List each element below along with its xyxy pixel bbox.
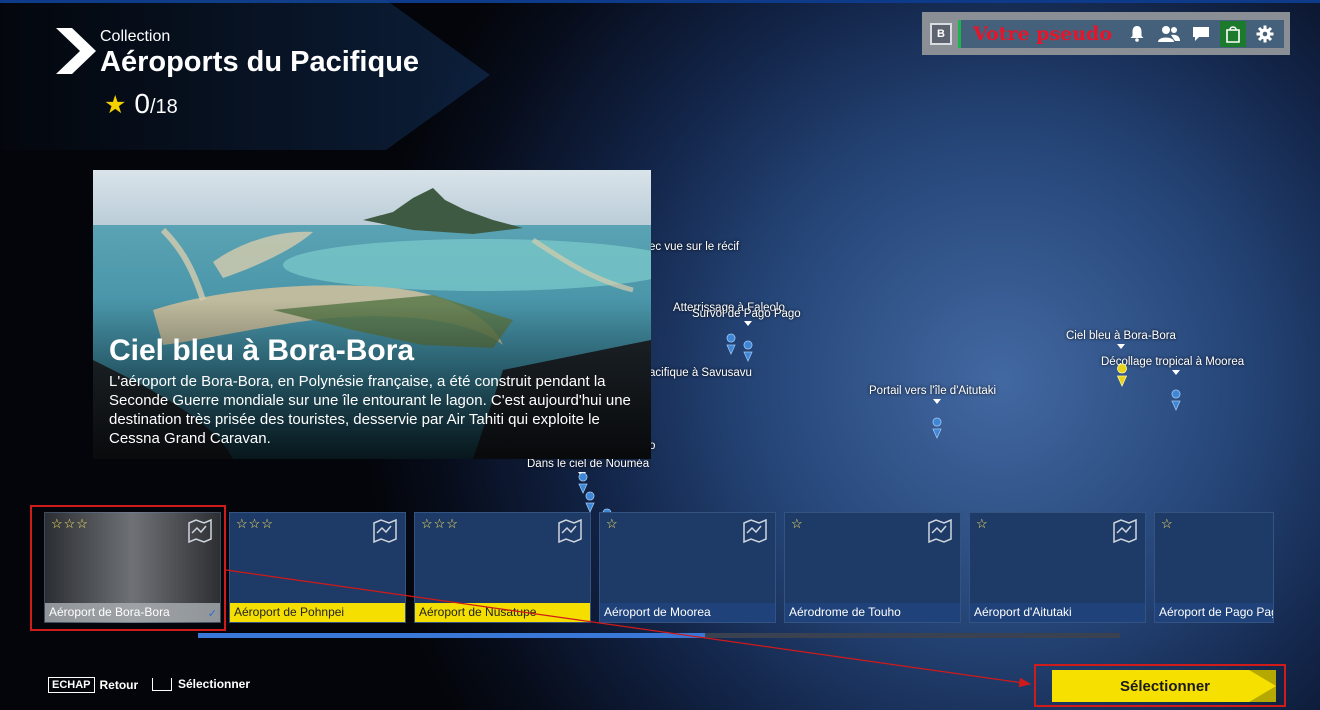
map-marker-icon	[933, 399, 941, 404]
tile-stars: ☆☆☆	[236, 516, 274, 531]
map-label[interactable]: acifique à Savusavu	[649, 367, 752, 379]
tile-name: Aéroport d'Aitutaki	[970, 603, 1145, 622]
map-icon	[373, 518, 397, 544]
score-value: 0	[134, 88, 150, 119]
map-label[interactable]: Ciel bleu à Bora-Bora	[1066, 330, 1176, 342]
tile-stars: ☆	[976, 516, 989, 531]
bell-icon[interactable]	[1124, 21, 1150, 47]
chat-icon[interactable]	[1188, 21, 1214, 47]
airport-tile[interactable]: ☆☆☆ Aéroport de Nusatupe	[414, 512, 591, 623]
profile-badge[interactable]: B	[930, 22, 952, 45]
collection-score: ★ 0 /18	[104, 88, 178, 120]
tile-name: Aéroport de Pohnpei	[230, 603, 405, 622]
map-marker-icon	[1172, 370, 1180, 375]
map-icon	[928, 518, 952, 544]
gear-icon[interactable]	[1252, 21, 1278, 47]
tile-stars: ☆☆☆	[421, 516, 459, 531]
select-hint[interactable]: Sélectionner	[152, 677, 250, 691]
preview-title: Ciel bleu à Bora-Bora	[109, 334, 415, 367]
back-label: Retour	[99, 678, 139, 692]
star-icon: ★	[104, 91, 127, 119]
tile-stars: ☆	[606, 516, 619, 531]
select-button-highlight	[1034, 664, 1286, 707]
username[interactable]: Votre pseudo	[961, 19, 1121, 48]
airport-tile[interactable]: ☆ Aérodrome de Touho	[784, 512, 961, 623]
airport-tile[interactable]: ☆ Aéroport d'Aitutaki	[969, 512, 1146, 623]
map-marker-icon	[744, 321, 752, 326]
tile-name: Aéroport de Pago Pago	[1155, 603, 1273, 622]
map-icon	[558, 518, 582, 544]
select-hint-label: Sélectionner	[178, 677, 251, 691]
friends-icon[interactable]	[1156, 21, 1182, 47]
preview-card: Ciel bleu à Bora-Bora L'aéroport de Bora…	[93, 170, 651, 459]
map-marker-icon	[1117, 344, 1125, 349]
tile-name: Aérodrome de Touho	[785, 603, 960, 622]
airport-tile[interactable]: ☆ Aéroport de Pago Pago	[1154, 512, 1274, 623]
airport-tile[interactable]: ☆ Aéroport de Moorea	[599, 512, 776, 623]
back-hint[interactable]: ECHAP Retour	[48, 677, 138, 693]
escape-key: ECHAP	[48, 677, 95, 693]
map-label[interactable]: Décollage tropical à Moorea	[1101, 356, 1244, 368]
map-label[interactable]: Survol de Pago Pago	[692, 308, 801, 320]
back-chevron-icon[interactable]	[56, 28, 96, 74]
page-title: Aéroports du Pacifique	[100, 46, 420, 78]
topbar-icons	[1121, 19, 1284, 48]
map-marker-icon	[578, 472, 586, 477]
scrollbar-thumb[interactable]	[198, 633, 706, 638]
map-icon	[1113, 518, 1137, 544]
tile-name: Aéroport de Nusatupe	[415, 603, 590, 622]
score-total: /18	[150, 96, 178, 118]
selection-highlight	[30, 505, 226, 631]
map-label[interactable]: Dans le ciel de Nouméa	[527, 458, 649, 470]
store-icon[interactable]	[1220, 20, 1246, 47]
carousel-scrollbar[interactable]	[198, 633, 1120, 638]
tile-name: Aéroport de Moorea	[600, 603, 775, 622]
top-bar: B Votre pseudo	[922, 12, 1290, 55]
collection-label: Collection	[100, 28, 171, 45]
tile-stars: ☆	[1161, 516, 1174, 531]
airport-tile[interactable]: ☆☆☆ Aéroport de Pohnpei	[229, 512, 406, 623]
preview-description: L'aéroport de Bora-Bora, en Polynésie fr…	[109, 373, 631, 447]
map-label[interactable]: ec vue sur le récif	[649, 241, 739, 253]
map-icon	[743, 518, 767, 544]
map-label[interactable]: Portail vers l'île d'Aitutaki	[869, 385, 996, 397]
tile-stars: ☆	[791, 516, 804, 531]
spacebar-icon	[152, 677, 172, 691]
